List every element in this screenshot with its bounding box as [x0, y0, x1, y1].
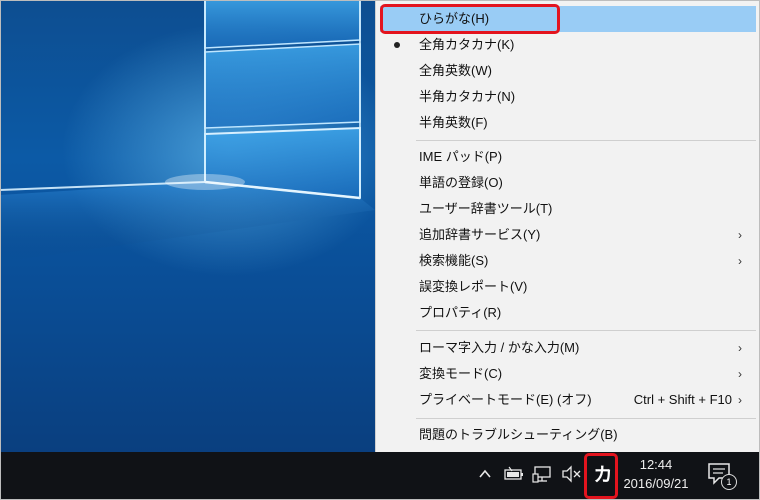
- menu-item-zenkaku-katakana[interactable]: 全角カタカナ(K): [380, 32, 756, 58]
- ime-context-menu: ひらがな(H) 全角カタカナ(K) 全角英数(W) 半角カタカナ(N) 半角英数…: [375, 0, 760, 452]
- chevron-up-icon[interactable]: [477, 466, 493, 482]
- submenu-arrow-icon: ›: [738, 228, 742, 242]
- menu-item-misconversion-report[interactable]: 誤変換レポート(V): [380, 274, 756, 300]
- menu-item-conversion-mode[interactable]: 変換モード(C) ›: [380, 361, 756, 387]
- menu-item-label: 半角カタカナ(N): [419, 89, 516, 104]
- menu-item-troubleshooting[interactable]: 問題のトラブルシューティング(B): [380, 422, 756, 448]
- menu-item-additional-dictionary[interactable]: 追加辞書サービス(Y) ›: [380, 222, 756, 248]
- menu-item-search-function[interactable]: 検索機能(S) ›: [380, 248, 756, 274]
- menu-item-label: 検索機能(S): [419, 253, 489, 268]
- menu-item-label: 単語の登録(O): [419, 175, 503, 190]
- volume-mute-icon[interactable]: [561, 464, 583, 484]
- menu-item-label: 変換モード(C): [419, 366, 503, 381]
- menu-separator: [416, 140, 756, 141]
- menu-item-private-mode[interactable]: プライベートモード(E) (オフ) Ctrl + Shift + F10 ›: [380, 387, 756, 413]
- callout-highlight-box: [380, 4, 560, 34]
- submenu-arrow-icon: ›: [738, 341, 742, 355]
- menu-item-label: ローマ字入力 / かな入力(M): [419, 340, 580, 355]
- selected-bullet-icon: [394, 42, 400, 48]
- menu-item-properties[interactable]: プロパティ(R): [380, 300, 756, 326]
- submenu-arrow-icon: ›: [738, 254, 742, 268]
- menu-item-word-register[interactable]: 単語の登録(O): [380, 170, 756, 196]
- menu-item-label: IME パッド(P): [419, 149, 503, 164]
- taskbar-clock[interactable]: 12:44 2016/09/21: [612, 454, 700, 498]
- clock-date: 2016/09/21: [623, 476, 689, 491]
- battery-icon[interactable]: [503, 465, 525, 483]
- network-icon[interactable]: [532, 464, 554, 484]
- menu-item-hankaku-katakana[interactable]: 半角カタカナ(N): [380, 84, 756, 110]
- clock-time: 12:44: [639, 457, 673, 472]
- menu-item-hankaku-eisu[interactable]: 半角英数(F): [380, 110, 756, 136]
- menu-item-label: プライベートモード(E) (オフ): [419, 392, 592, 407]
- menu-item-label: プロパティ(R): [419, 305, 502, 320]
- menu-item-label: 追加辞書サービス(Y): [419, 227, 541, 242]
- menu-item-label: 問題のトラブルシューティング(B): [419, 427, 618, 442]
- notification-count-badge: 1: [721, 474, 737, 490]
- menu-item-romaji-kana-input[interactable]: ローマ字入力 / かな入力(M) ›: [380, 335, 756, 361]
- menu-separator: [416, 330, 756, 331]
- menu-item-label: 全角英数(W): [419, 63, 492, 78]
- menu-item-label: 全角カタカナ(K): [419, 37, 515, 52]
- menu-item-shortcut: Ctrl + Shift + F10: [633, 392, 732, 407]
- menu-separator: [416, 418, 756, 419]
- menu-item-user-dictionary-tool[interactable]: ユーザー辞書ツール(T): [380, 196, 756, 222]
- menu-item-label: 誤変換レポート(V): [419, 279, 528, 294]
- menu-item-zenkaku-eisu[interactable]: 全角英数(W): [380, 58, 756, 84]
- menu-item-label: 半角英数(F): [419, 115, 488, 130]
- submenu-arrow-icon: ›: [738, 367, 742, 381]
- menu-item-ime-pad[interactable]: IME パッド(P): [380, 144, 756, 170]
- menu-item-label: ユーザー辞書ツール(T): [419, 201, 553, 216]
- submenu-arrow-icon: ›: [738, 393, 742, 407]
